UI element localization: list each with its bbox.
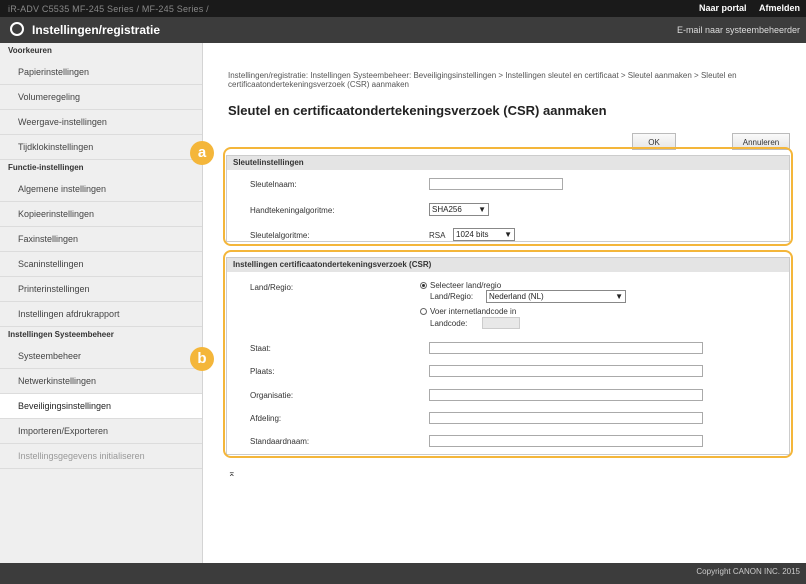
copyright: Copyright CANON INC. 2015 bbox=[696, 567, 800, 576]
main-content: Instellingen/registratie: Instellingen S… bbox=[204, 43, 806, 563]
settings-logo-icon bbox=[10, 22, 24, 36]
callout-a-frame bbox=[223, 147, 793, 246]
callout-a-badge: a bbox=[190, 141, 214, 165]
sidebar-item-report[interactable]: Instellingen afdrukrapport bbox=[0, 302, 202, 327]
sidebar-item-clock[interactable]: Tijdklokinstellingen bbox=[0, 135, 202, 160]
logout-link[interactable]: Afmelden bbox=[759, 3, 800, 13]
top-bar: iR-ADV C5535 MF-245 Series / MF-245 Seri… bbox=[0, 0, 806, 17]
sidebar-item-printer[interactable]: Printerinstellingen bbox=[0, 277, 202, 302]
title-bar: Instellingen/registratie E-mail naar sys… bbox=[0, 17, 806, 43]
sidebar: Voorkeuren Papierinstellingen Volumerege… bbox=[0, 43, 203, 563]
app-title: Instellingen/registratie bbox=[32, 23, 161, 37]
mail-admin-link[interactable]: E-mail naar systeembeheerder bbox=[677, 25, 800, 35]
sidebar-item-system[interactable]: Systeembeheer bbox=[0, 344, 202, 369]
page-title: Sleutel en certificaatondertekeningsverz… bbox=[228, 103, 607, 118]
footer: Copyright CANON INC. 2015 bbox=[0, 563, 806, 584]
sidebar-item-security[interactable]: Beveiligingsinstellingen bbox=[0, 394, 202, 419]
callout-b-frame bbox=[223, 250, 793, 458]
callout-b-badge: b bbox=[190, 347, 214, 371]
sidebar-item-fax[interactable]: Faxinstellingen bbox=[0, 227, 202, 252]
sidebar-section-heading: Instellingen Systeembeheer bbox=[8, 330, 114, 339]
sidebar-item-initialize[interactable]: Instellingsgegevens initialiseren bbox=[0, 444, 202, 469]
portal-link[interactable]: Naar portal bbox=[699, 3, 747, 13]
sidebar-item-volume[interactable]: Volumeregeling bbox=[0, 85, 202, 110]
sidebar-item-scan[interactable]: Scaninstellingen bbox=[0, 252, 202, 277]
sidebar-item-copy[interactable]: Kopieerinstellingen bbox=[0, 202, 202, 227]
top-links: Naar portal Afmelden bbox=[689, 3, 800, 13]
sidebar-item-import-export[interactable]: Importeren/Exporteren bbox=[0, 419, 202, 444]
sidebar-item-network[interactable]: Netwerkinstellingen bbox=[0, 369, 202, 394]
device-name: iR-ADV C5535 MF-245 Series / MF-245 Seri… bbox=[8, 4, 209, 14]
back-to-top-icon[interactable]: ⌅ bbox=[228, 468, 236, 479]
sidebar-item-display[interactable]: Weergave-instellingen bbox=[0, 110, 202, 135]
sidebar-section-heading: Voorkeuren bbox=[8, 46, 52, 55]
sidebar-item-paper[interactable]: Papierinstellingen bbox=[0, 60, 202, 85]
sidebar-section-heading: Functie-instellingen bbox=[8, 163, 84, 172]
sidebar-item-general[interactable]: Algemene instellingen bbox=[0, 177, 202, 202]
breadcrumb: Instellingen/registratie: Instellingen S… bbox=[228, 71, 737, 89]
